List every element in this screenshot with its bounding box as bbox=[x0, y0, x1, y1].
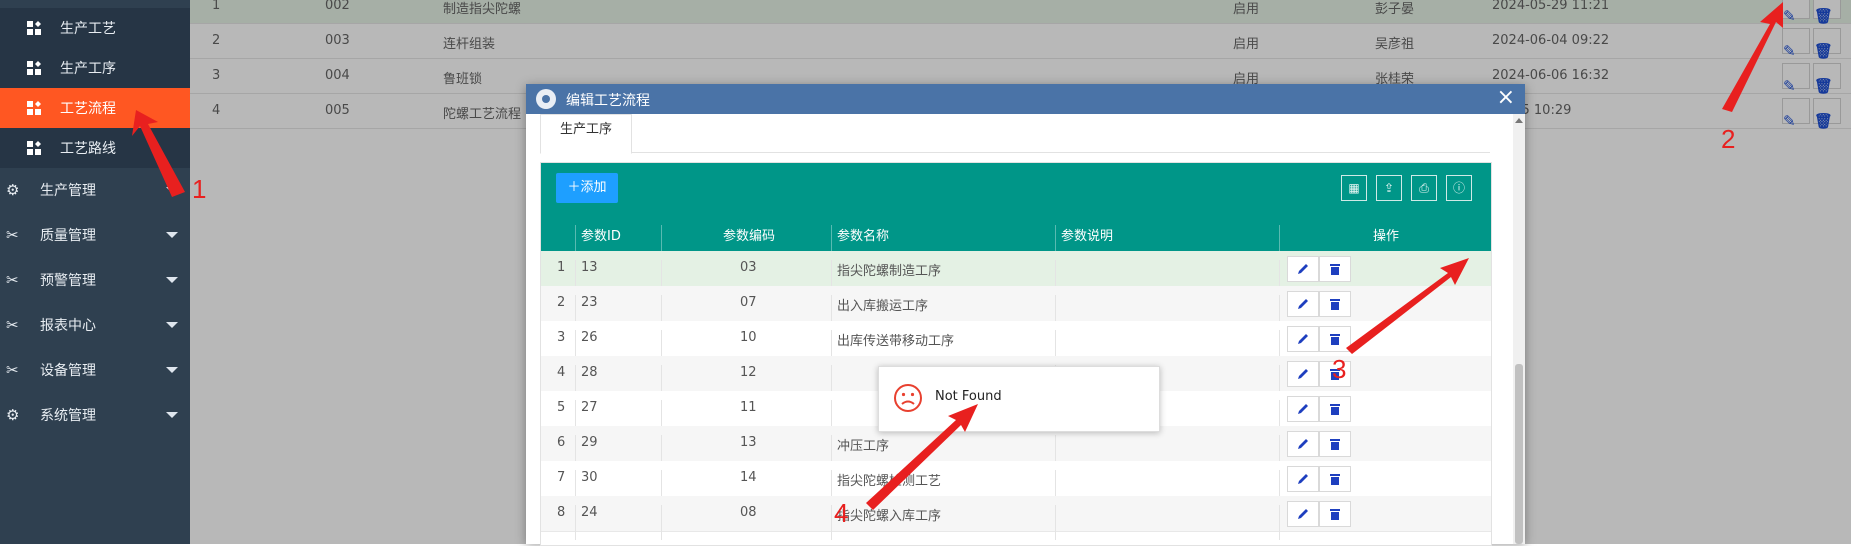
arrow-4 bbox=[866, 404, 978, 510]
arrow-2 bbox=[1722, 2, 1783, 112]
annotation-label-2: 2 bbox=[1721, 124, 1736, 154]
annotation-label-3: 3 bbox=[1332, 354, 1347, 384]
annotation-arrows bbox=[132, 2, 1783, 510]
arrow-1 bbox=[132, 110, 185, 197]
annotation-label-4: 4 bbox=[834, 498, 849, 528]
annotation-label-1: 1 bbox=[192, 174, 207, 204]
arrow-3 bbox=[1346, 258, 1469, 354]
